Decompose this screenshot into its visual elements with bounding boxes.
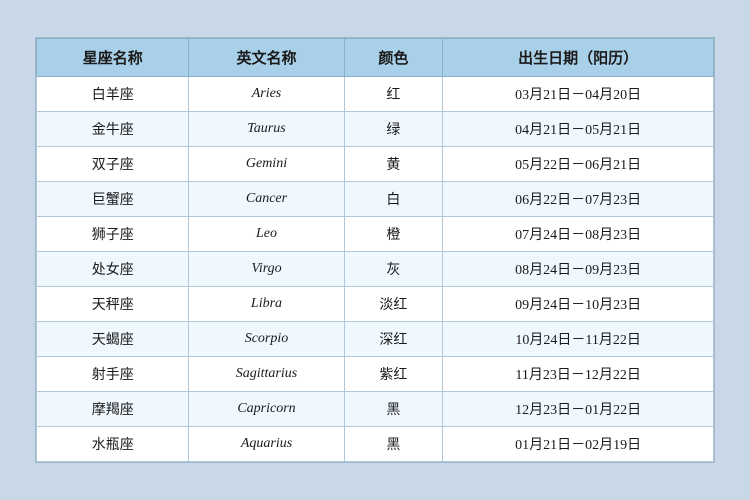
cell-english-name: Libra [189, 287, 344, 322]
cell-color: 绿 [344, 112, 443, 147]
table-row: 天蝎座Scorpio深红10月24日－11月22日 [37, 322, 714, 357]
header-dates: 出生日期（阳历） [443, 39, 714, 77]
cell-chinese-name: 天秤座 [37, 287, 189, 322]
zodiac-table-container: 星座名称 英文名称 颜色 出生日期（阳历） 白羊座Aries红03月21日－04… [35, 37, 715, 463]
cell-chinese-name: 巨蟹座 [37, 182, 189, 217]
zodiac-table: 星座名称 英文名称 颜色 出生日期（阳历） 白羊座Aries红03月21日－04… [36, 38, 714, 462]
cell-dates: 08月24日－09月23日 [443, 252, 714, 287]
cell-chinese-name: 处女座 [37, 252, 189, 287]
cell-dates: 09月24日－10月23日 [443, 287, 714, 322]
cell-color: 橙 [344, 217, 443, 252]
cell-english-name: Virgo [189, 252, 344, 287]
cell-color: 灰 [344, 252, 443, 287]
table-header-row: 星座名称 英文名称 颜色 出生日期（阳历） [37, 39, 714, 77]
header-chinese-name: 星座名称 [37, 39, 189, 77]
cell-chinese-name: 水瓶座 [37, 427, 189, 462]
cell-english-name: Aquarius [189, 427, 344, 462]
cell-dates: 11月23日－12月22日 [443, 357, 714, 392]
cell-chinese-name: 射手座 [37, 357, 189, 392]
table-row: 天秤座Libra淡红09月24日－10月23日 [37, 287, 714, 322]
table-row: 处女座Virgo灰08月24日－09月23日 [37, 252, 714, 287]
cell-english-name: Aries [189, 77, 344, 112]
cell-color: 黑 [344, 392, 443, 427]
cell-english-name: Leo [189, 217, 344, 252]
table-row: 狮子座Leo橙07月24日－08月23日 [37, 217, 714, 252]
cell-chinese-name: 白羊座 [37, 77, 189, 112]
cell-chinese-name: 双子座 [37, 147, 189, 182]
cell-chinese-name: 天蝎座 [37, 322, 189, 357]
table-body: 白羊座Aries红03月21日－04月20日金牛座Taurus绿04月21日－0… [37, 77, 714, 462]
cell-dates: 05月22日－06月21日 [443, 147, 714, 182]
cell-english-name: Capricorn [189, 392, 344, 427]
table-row: 金牛座Taurus绿04月21日－05月21日 [37, 112, 714, 147]
table-row: 射手座Sagittarius紫红11月23日－12月22日 [37, 357, 714, 392]
cell-english-name: Cancer [189, 182, 344, 217]
cell-color: 白 [344, 182, 443, 217]
cell-dates: 07月24日－08月23日 [443, 217, 714, 252]
cell-dates: 10月24日－11月22日 [443, 322, 714, 357]
cell-color: 黄 [344, 147, 443, 182]
cell-color: 深红 [344, 322, 443, 357]
header-color: 颜色 [344, 39, 443, 77]
cell-color: 红 [344, 77, 443, 112]
table-row: 白羊座Aries红03月21日－04月20日 [37, 77, 714, 112]
cell-color: 淡红 [344, 287, 443, 322]
cell-dates: 12月23日－01月22日 [443, 392, 714, 427]
cell-english-name: Sagittarius [189, 357, 344, 392]
cell-chinese-name: 摩羯座 [37, 392, 189, 427]
table-row: 双子座Gemini黄05月22日－06月21日 [37, 147, 714, 182]
cell-color: 黑 [344, 427, 443, 462]
table-row: 巨蟹座Cancer白06月22日－07月23日 [37, 182, 714, 217]
cell-english-name: Gemini [189, 147, 344, 182]
cell-dates: 01月21日－02月19日 [443, 427, 714, 462]
cell-chinese-name: 狮子座 [37, 217, 189, 252]
table-row: 水瓶座Aquarius黑01月21日－02月19日 [37, 427, 714, 462]
cell-dates: 04月21日－05月21日 [443, 112, 714, 147]
cell-chinese-name: 金牛座 [37, 112, 189, 147]
cell-dates: 03月21日－04月20日 [443, 77, 714, 112]
cell-english-name: Scorpio [189, 322, 344, 357]
cell-dates: 06月22日－07月23日 [443, 182, 714, 217]
cell-english-name: Taurus [189, 112, 344, 147]
cell-color: 紫红 [344, 357, 443, 392]
header-english-name: 英文名称 [189, 39, 344, 77]
table-row: 摩羯座Capricorn黑12月23日－01月22日 [37, 392, 714, 427]
